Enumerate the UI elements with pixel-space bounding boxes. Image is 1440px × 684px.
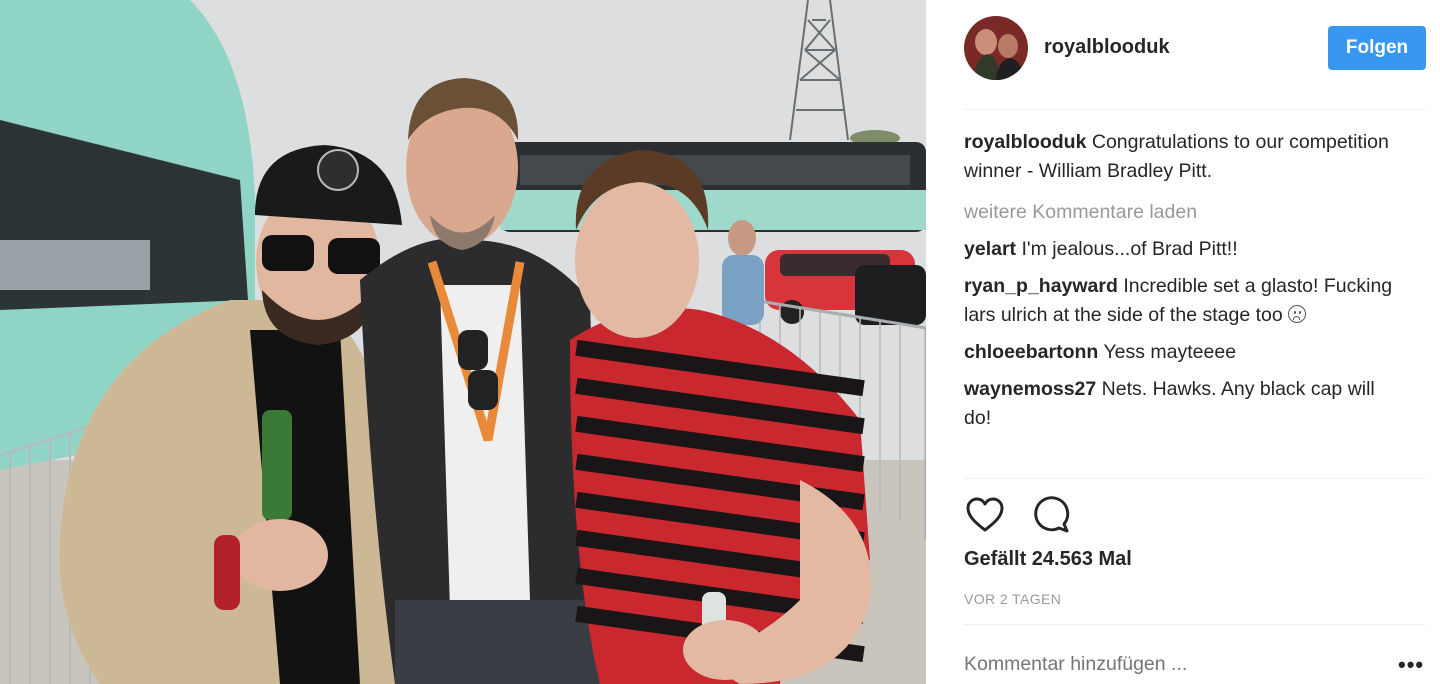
post-sidebar: royalblooduk Folgen royalblooduk Congrat… bbox=[926, 0, 1440, 684]
header-username[interactable]: royalblooduk bbox=[1044, 36, 1170, 59]
post-caption: royalblooduk Congratulations to our comp… bbox=[964, 128, 1404, 186]
comment-item: ryan_p_hayward Incredible set a glasto! … bbox=[964, 272, 1404, 330]
post-header: royalblooduk Folgen bbox=[964, 16, 1426, 80]
avatar[interactable] bbox=[964, 16, 1028, 80]
comment-button[interactable] bbox=[1030, 494, 1072, 536]
comment-item: chloeebartonn Yess mayteeee bbox=[964, 338, 1404, 367]
avatar-image bbox=[964, 16, 1028, 80]
comment-item: yelart I'm jealous...of Brad Pitt!! bbox=[964, 235, 1404, 264]
likes-count[interactable]: Gefällt 24.563 Mal bbox=[964, 548, 1132, 571]
comment-text: Yess mayteeee bbox=[1103, 341, 1237, 363]
load-more-comments-link[interactable]: weitere Kommentare laden bbox=[964, 198, 1404, 227]
comment-username[interactable]: chloeebartonn bbox=[964, 341, 1098, 363]
comment-bubble-icon bbox=[1034, 496, 1070, 533]
comments-divider bbox=[964, 478, 1426, 479]
photo-illustration bbox=[0, 0, 926, 684]
comment-item: waynemoss27 Nets. Hawks. Any black cap w… bbox=[964, 375, 1404, 433]
heart-icon bbox=[966, 497, 1004, 532]
instagram-post: royalblooduk Folgen royalblooduk Congrat… bbox=[0, 0, 1440, 684]
header-divider bbox=[964, 109, 1426, 110]
input-divider bbox=[964, 624, 1426, 625]
comment-username[interactable]: waynemoss27 bbox=[964, 378, 1096, 400]
more-options-icon[interactable]: ••• bbox=[1398, 654, 1424, 676]
action-bar bbox=[964, 494, 1072, 538]
post-timestamp[interactable]: VOR 2 TAGEN bbox=[964, 591, 1061, 607]
comment-text: I'm jealous...of Brad Pitt!! bbox=[1021, 238, 1238, 260]
caption-username[interactable]: royalblooduk bbox=[964, 131, 1086, 153]
follow-button[interactable]: Folgen bbox=[1328, 26, 1426, 70]
add-comment-input[interactable] bbox=[964, 653, 1388, 676]
comments-section: royalblooduk Congratulations to our comp… bbox=[964, 128, 1404, 441]
like-button[interactable] bbox=[964, 494, 1006, 536]
post-photo[interactable] bbox=[0, 0, 926, 684]
comment-username[interactable]: ryan_p_hayward bbox=[964, 275, 1118, 297]
sad-face-icon bbox=[1288, 305, 1307, 323]
comment-username[interactable]: yelart bbox=[964, 238, 1016, 260]
